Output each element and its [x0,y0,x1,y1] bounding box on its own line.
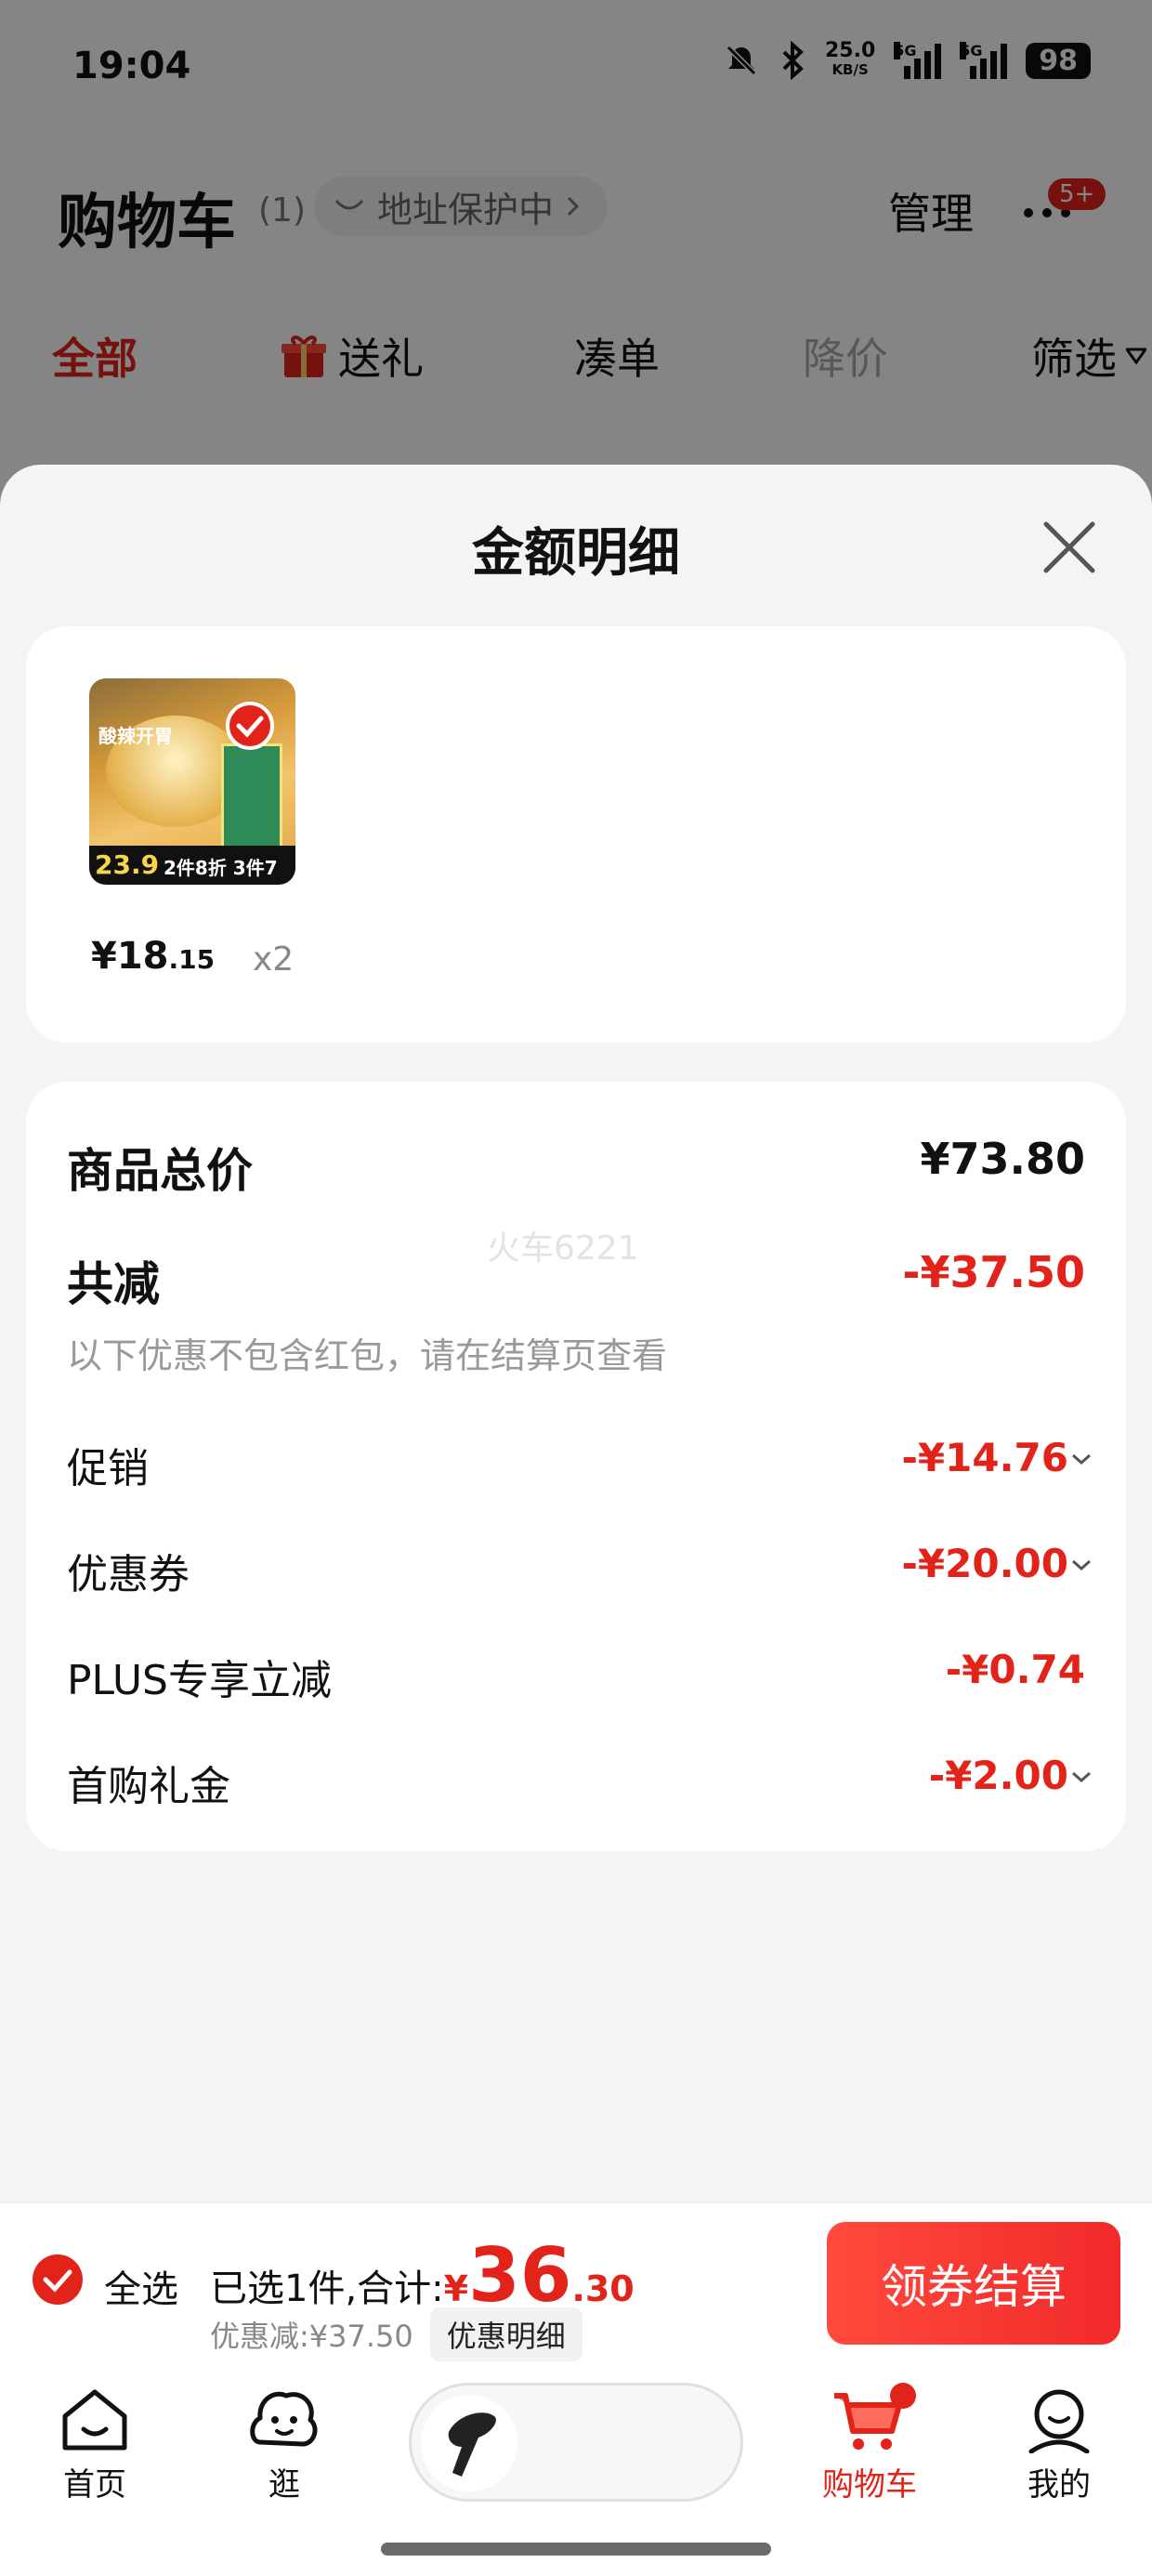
selected-summary: 已选1件,合计: ¥ 36 .30 [210,2232,635,2319]
price-summary-card: 火车6221 商品总价 ¥73.80 共减 -¥37.50 以下优惠不包含红包，… [26,1082,1126,1851]
tab-price-drop[interactable]: 降价 [803,325,888,387]
total-amount-int: 36 [468,2232,572,2319]
smile-icon [334,199,364,210]
selected-count-text: 已选1件,合计: [210,2267,444,2310]
first-purchase-gift-value: -¥2.00 [928,1753,1068,1798]
chevron-down-icon [1072,1453,1091,1465]
signal-strength-2: 5G [960,42,1008,79]
checkout-button[interactable]: 领券结算 [827,2222,1120,2345]
promotion-value: -¥14.76 [901,1435,1068,1480]
tab-all[interactable]: 全部 [52,325,137,387]
total-amount-dec: .30 [571,2268,635,2309]
hair-dryer-icon [448,2412,496,2477]
status-icons: 25.0 KB/S 5G 5G 98 [723,41,1091,80]
promo-avatar [421,2395,517,2491]
promotion-label: 促销 [67,1445,149,1492]
network-speed: 25.0 KB/S [824,39,876,79]
tab-filter[interactable]: 筛选 [1031,325,1146,387]
tab-price-drop-label: 降价 [803,334,888,384]
chevron-down-icon [1072,1771,1091,1783]
cart-header: 购物车 (1) 地址保护中 管理 5+ [0,158,1152,260]
cart-count: (1) [258,191,306,230]
product-price: ¥18.15 [91,935,215,978]
total-reduce-row: 共减 -¥37.50 [67,1247,1085,1312]
gift-icon [281,335,326,377]
tab-home[interactable]: 首页 [30,2386,160,2504]
first-purchase-gift-row[interactable]: 首购礼金 -¥2.00 [67,1753,1091,1818]
tab-gift[interactable]: 送礼 [279,325,424,387]
more-button[interactable]: 5+ [1020,178,1106,242]
total-reduce-value: -¥37.50 [902,1247,1085,1297]
filter-triangle-icon [1126,348,1146,364]
total-currency: ¥ [443,2268,469,2309]
tab-explore[interactable]: 逛 [219,2386,349,2504]
mute-bell-icon [726,45,757,76]
profile-icon [1028,2389,1090,2453]
bottom-tab-bar: 首页 逛 购物车 我的 [0,2366,1152,2576]
product-card: 酸辣开胃 23.9 2件8折 3件7折 ¥18.15 x2 [26,626,1126,1043]
manage-button[interactable]: 管理 [888,180,974,242]
discount-note: 以下优惠不包含红包，请在结算页查看 [67,1335,668,1376]
discount-line: 优惠减:¥37.50 优惠明细 [210,2307,583,2361]
package-graphic [221,743,282,855]
checkout-bar: 全选 已选1件,合计: ¥ 36 .30 优惠减:¥37.50 优惠明细 领券结… [0,2202,1152,2366]
coupon-row[interactable]: 优惠券 -¥20.00 [67,1541,1091,1606]
signal-strength-1: 5G [894,42,942,79]
explore-icon [250,2391,318,2447]
total-price-label: 商品总价 [67,1144,253,1198]
product-image-promo: 2件8折 3件7折 [164,857,278,885]
status-time: 19:04 [72,45,191,87]
product-image-label: 酸辣开胃 [98,725,173,747]
total-price-value: ¥73.80 [920,1134,1085,1184]
address-protect-label: 地址保护中 [377,189,555,230]
product-price-int: ¥18 [91,935,169,978]
product-selected-check-icon [226,702,274,750]
promotion-row[interactable]: 促销 -¥14.76 [67,1435,1091,1500]
home-icon [62,2389,127,2451]
home-indicator[interactable] [381,2543,771,2556]
discount-detail-button[interactable]: 优惠明细 [429,2307,583,2361]
coupon-value: -¥20.00 [901,1541,1068,1586]
plus-discount-label: PLUS专享立减 [67,1657,332,1704]
chevron-right-icon [567,196,580,217]
tab-cart-label: 购物车 [822,2466,917,2504]
status-bar: 19:04 25.0 KB/S 5G 5G 98 [0,0,1152,130]
tab-profile[interactable]: 我的 [994,2386,1124,2504]
cart-page-background: 19:04 25.0 KB/S 5G 5G 98 购物车 (1) 地址保护中 管… [0,0,1152,520]
page-title: 购物车 [58,189,236,257]
product-image-price-tag: 23.9 2件8折 3件7折 [89,846,295,885]
first-purchase-gift-label: 首购礼金 [67,1763,230,1810]
address-protect-pill[interactable]: 地址保护中 [314,177,609,236]
cart-badge-dot [890,2383,916,2409]
message-badge: 5+ [1048,178,1106,210]
tab-profile-label: 我的 [1028,2466,1091,2504]
select-all-check-icon[interactable] [32,2254,84,2306]
product-price-dec: .15 [168,944,216,975]
bluetooth-icon [782,41,804,80]
tab-filter-label: 筛选 [1031,334,1117,384]
coupon-label: 优惠券 [67,1551,190,1598]
tab-bundle[interactable]: 凑单 [574,325,660,387]
battery-level: 98 [1026,42,1091,79]
total-reduce-label: 共减 [67,1257,160,1311]
tab-gift-label: 送礼 [338,334,424,384]
tab-home-label: 首页 [63,2466,126,2504]
center-promo-button[interactable] [409,2383,743,2502]
select-all-label[interactable]: 全选 [104,2259,178,2313]
product-image-price: 23.9 [95,849,160,880]
close-icon[interactable] [1037,515,1102,580]
tab-cart[interactable]: 购物车 [805,2383,935,2504]
chevron-down-icon [1072,1559,1091,1571]
plus-discount-value: -¥0.74 [945,1647,1085,1692]
sheet-title: 金额明细 [472,523,680,584]
discount-amount: 优惠减:¥37.50 [210,2319,413,2354]
plus-discount-row: PLUS专享立减 -¥0.74 [67,1647,1085,1712]
product-quantity: x2 [253,940,295,979]
cart-filter-tabs: 全部 送礼 凑单 降价 筛选 [0,316,1152,400]
total-price-row: 商品总价 ¥73.80 [67,1134,1085,1199]
tab-bundle-label: 凑单 [574,334,660,384]
tab-explore-label: 逛 [268,2466,300,2504]
tab-all-label: 全部 [52,334,137,384]
